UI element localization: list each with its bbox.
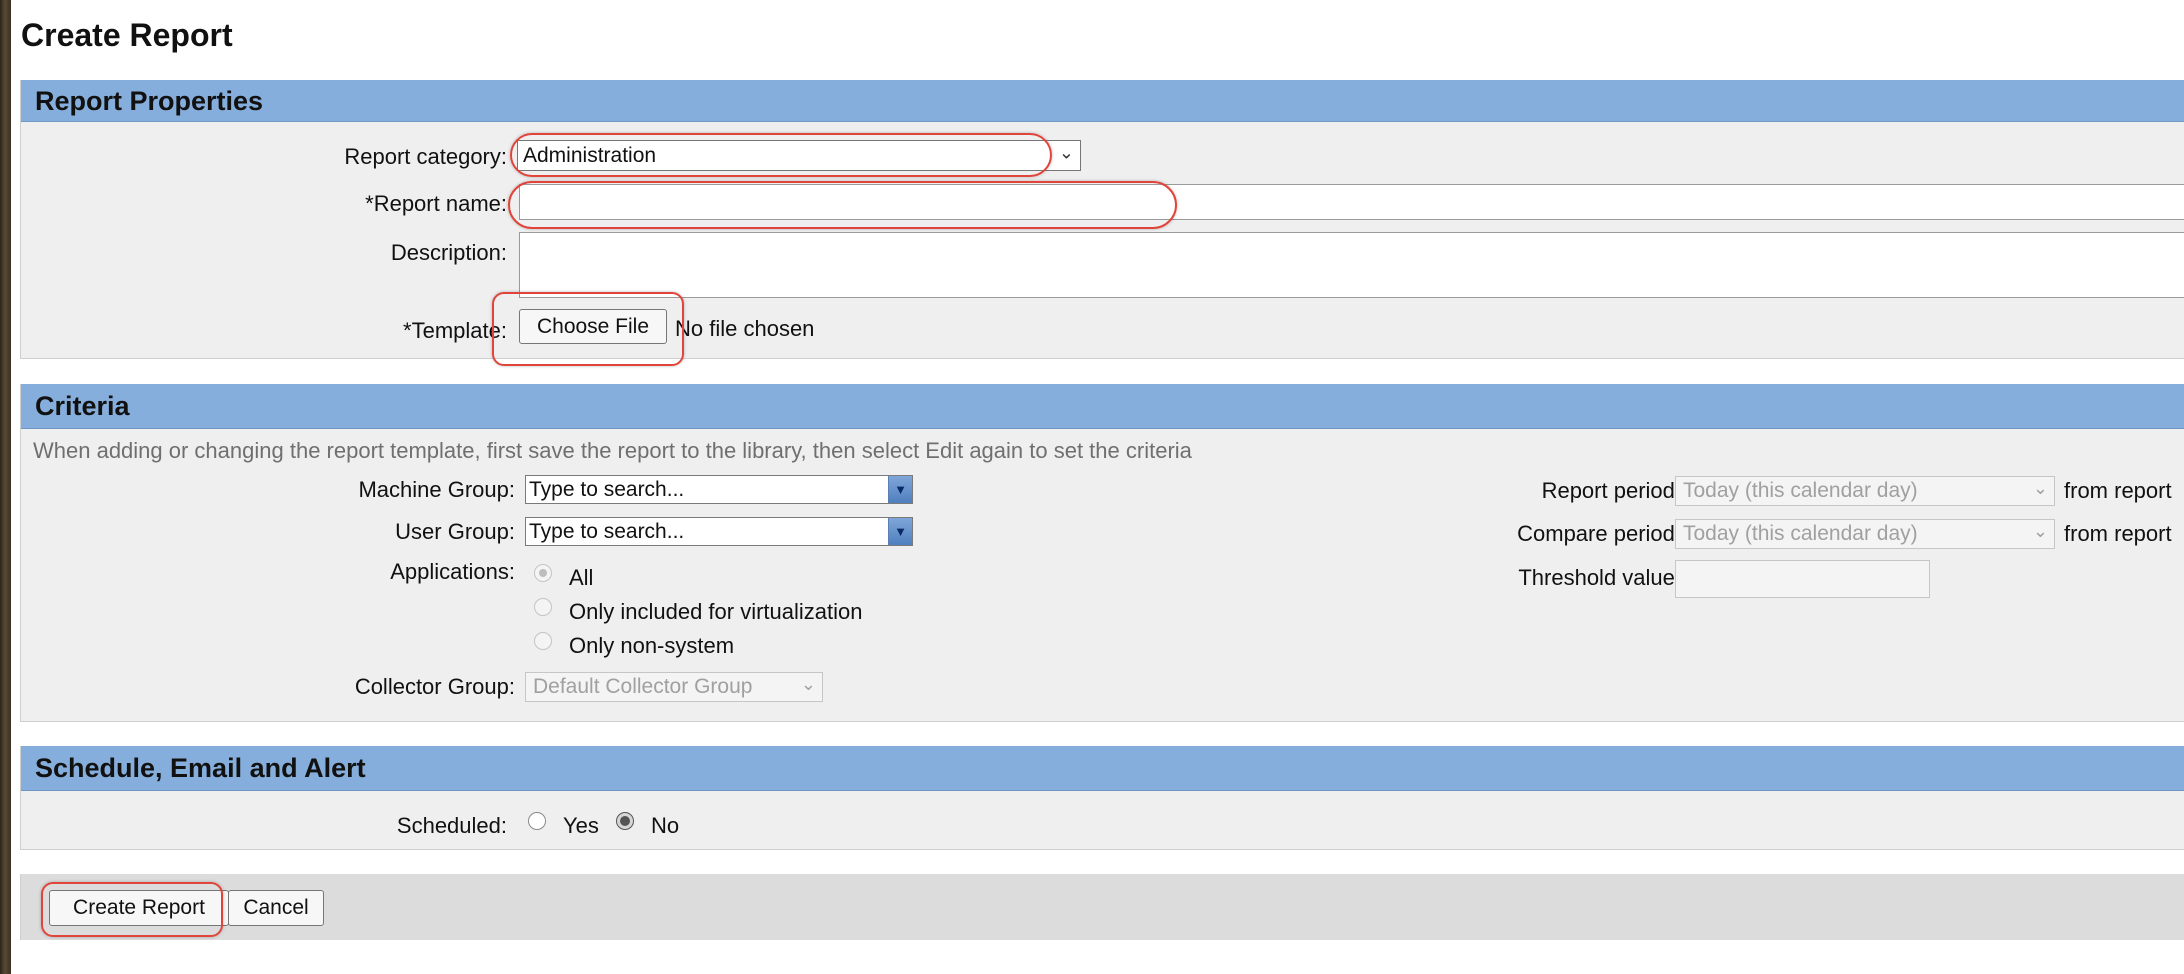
scheduled-radio-no[interactable] bbox=[616, 812, 634, 830]
collector-group-value: Default Collector Group bbox=[533, 675, 753, 698]
schedule-section: Schedule, Email and Alert Scheduled: Yes… bbox=[20, 746, 2184, 850]
user-group-combobox[interactable]: Type to search... ▼ bbox=[525, 517, 913, 546]
machine-group-label: Machine Group: bbox=[358, 477, 515, 502]
template-label: *Template: bbox=[403, 318, 507, 343]
threshold-value-label: Threshold value: bbox=[1518, 565, 1681, 590]
description-textarea[interactable] bbox=[519, 232, 2184, 298]
report-name-label: *Report name: bbox=[365, 191, 507, 216]
action-bar: Create Report Cancel bbox=[20, 874, 2184, 940]
choose-file-button[interactable]: Choose File bbox=[519, 309, 667, 344]
machine-group-combobox[interactable]: Type to search... ▼ bbox=[525, 475, 913, 504]
section-header-schedule: Schedule, Email and Alert bbox=[21, 746, 2184, 791]
report-period-suffix: from report bbox=[2064, 478, 2172, 503]
user-group-label: User Group: bbox=[395, 519, 515, 544]
report-category-label: Report category: bbox=[344, 144, 507, 169]
report-name-input[interactable] bbox=[519, 184, 2184, 220]
report-period-label: Report period: bbox=[1541, 478, 1681, 503]
description-label: Description: bbox=[390, 240, 507, 265]
applications-option-virtualization: Only included for virtualization bbox=[569, 599, 863, 624]
applications-option-non-system: Only non-system bbox=[569, 633, 735, 658]
criteria-section: Criteria When adding or changing the rep… bbox=[20, 384, 2184, 722]
create-report-button[interactable]: Create Report bbox=[49, 890, 229, 926]
threshold-value-input[interactable] bbox=[1675, 560, 1930, 598]
compare-period-select[interactable]: Today (this calendar day) ⌄ bbox=[1675, 519, 2055, 549]
chevron-down-icon: ⌄ bbox=[2032, 521, 2048, 542]
report-period-value: Today (this calendar day) bbox=[1683, 479, 1918, 502]
window-frame-edge bbox=[0, 0, 11, 974]
no-file-chosen-text: No file chosen bbox=[675, 316, 815, 341]
applications-label: Applications: bbox=[390, 559, 515, 584]
collector-group-label: Collector Group: bbox=[354, 674, 515, 699]
cancel-button[interactable]: Cancel bbox=[228, 890, 324, 926]
chevron-down-icon: ⌄ bbox=[1058, 142, 1074, 163]
criteria-note: When adding or changing the report templ… bbox=[33, 438, 1192, 463]
chevron-down-icon: ⌄ bbox=[800, 674, 816, 695]
report-category-value: Administration bbox=[523, 144, 657, 167]
applications-radio-non-system[interactable] bbox=[534, 632, 552, 650]
report-category-select[interactable]: Administration ⌄ bbox=[517, 140, 1081, 171]
dropdown-arrow-icon[interactable]: ▼ bbox=[888, 518, 912, 545]
report-period-select[interactable]: Today (this calendar day) ⌄ bbox=[1675, 476, 2055, 506]
report-properties-section: Report Properties Report category: Admin… bbox=[20, 80, 2184, 359]
user-group-placeholder: Type to search... bbox=[529, 520, 685, 543]
applications-radio-all[interactable] bbox=[534, 564, 552, 582]
compare-period-value: Today (this calendar day) bbox=[1683, 522, 1918, 545]
applications-radio-virtualization[interactable] bbox=[534, 598, 552, 616]
chevron-down-icon: ⌄ bbox=[2032, 478, 2048, 499]
section-header-report-properties: Report Properties bbox=[21, 80, 2184, 122]
scheduled-yes-label: Yes bbox=[563, 813, 599, 838]
compare-period-suffix: from report bbox=[2064, 521, 2172, 546]
scheduled-label: Scheduled: bbox=[396, 813, 507, 838]
scheduled-no-label: No bbox=[651, 813, 680, 838]
applications-option-all: All bbox=[569, 565, 594, 590]
collector-group-select[interactable]: Default Collector Group ⌄ bbox=[525, 672, 823, 702]
page-title: Create Report bbox=[21, 17, 233, 53]
compare-period-label: Compare period: bbox=[1517, 521, 1681, 546]
machine-group-placeholder: Type to search... bbox=[529, 478, 685, 501]
scheduled-radio-yes[interactable] bbox=[528, 812, 546, 830]
dropdown-arrow-icon[interactable]: ▼ bbox=[888, 476, 912, 503]
section-header-criteria: Criteria bbox=[21, 384, 2184, 429]
